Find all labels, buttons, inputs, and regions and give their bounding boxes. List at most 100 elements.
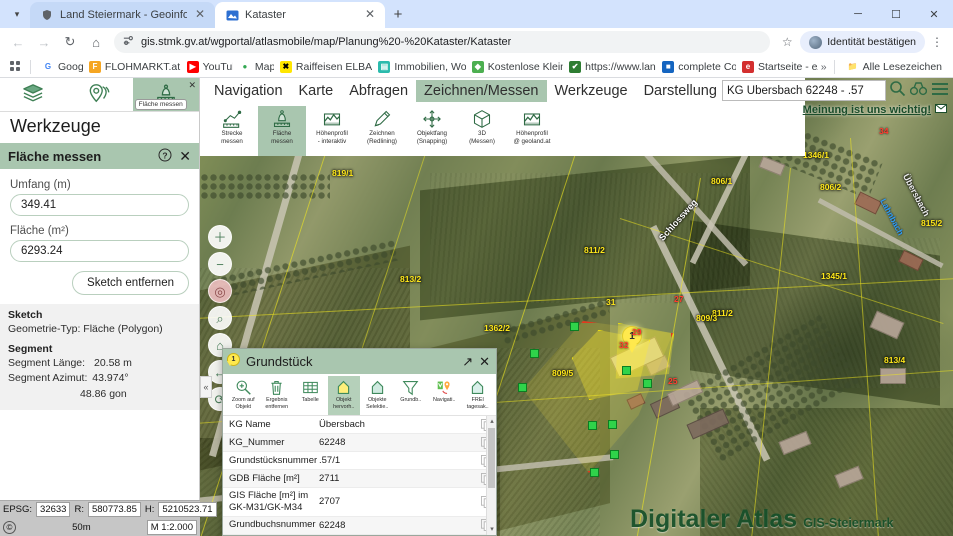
bookmark-favicon-icon: ▶ — [186, 60, 199, 73]
divider — [833, 59, 835, 74]
gis-menu-abfragen[interactable]: Abfragen — [341, 80, 416, 102]
browser-menu-icon[interactable]: ⋮ — [927, 35, 947, 49]
scrollbar-thumb[interactable] — [488, 428, 495, 488]
gis-menu-zeichnen-messen[interactable]: Zeichnen/Messen — [416, 80, 547, 102]
home-icon[interactable]: ⌂ — [84, 30, 108, 54]
gis-menu-navigation[interactable]: Navigation — [206, 80, 291, 102]
browser-tab-0[interactable]: Land Steiermark - Geoinformat ✕ — [30, 2, 215, 28]
popup-tool-grundb[interactable]: Grundb.. — [395, 376, 428, 415]
bookmark-item[interactable]: ▤Immobilien, Wohnu... — [373, 60, 466, 74]
bookmark-item[interactable]: ●Maps — [234, 60, 274, 74]
panel-collapse-handle[interactable]: « — [200, 376, 212, 398]
bookmark-favicon-icon: G — [42, 60, 54, 73]
close-icon[interactable]: ✕ — [193, 8, 207, 22]
bookmark-item[interactable]: ■complete Control — [657, 60, 736, 74]
popup-tool-objekt-hervorh[interactable]: Objekt hervorh.. — [327, 376, 360, 415]
zoom-search-button[interactable]: ⌕ — [208, 306, 232, 330]
sketch-vertex[interactable] — [530, 349, 539, 358]
envelope-icon[interactable] — [935, 104, 947, 116]
map-parcel-label: 25 — [668, 376, 678, 386]
bookmark-item[interactable]: FFLOHMARKT.at - ko... — [84, 60, 181, 74]
gis-tool-strecke-messen[interactable]: Strecke messen — [208, 106, 256, 156]
magnifier-icon[interactable] — [889, 80, 906, 101]
popup-tool-objekte-selektie[interactable]: Objekte Selektie.. — [361, 376, 394, 415]
binoculars-icon[interactable] — [909, 81, 928, 100]
scroll-down-arrow[interactable]: ▾ — [487, 524, 496, 535]
sketch-vertex[interactable] — [570, 322, 579, 331]
popup-tool-ergebnis-entfernen[interactable]: Ergebnis entfernen — [261, 376, 294, 415]
marker-tab[interactable] — [66, 78, 132, 111]
overflow-chevron-icon[interactable]: » — [821, 61, 827, 73]
segment-gon-value: 48.86 gon — [80, 387, 127, 400]
sketch-vertex[interactable] — [590, 468, 599, 477]
bookmark-item[interactable]: ✖Raiffeisen ELBA-inte... — [275, 60, 372, 74]
apps-grid-icon[interactable] — [6, 61, 24, 72]
gis-menu-darstellung[interactable]: Darstellung — [636, 80, 725, 102]
map-search-box[interactable] — [722, 80, 886, 101]
bookmark-item[interactable]: ✔https://www.landwir... — [564, 60, 656, 74]
new-tab-button[interactable]: + — [385, 2, 411, 28]
sketch-vertex[interactable] — [518, 383, 527, 392]
popup-tool-strip: Zoom auf Objekt Ergebnis entfernen Tabelle… — [223, 374, 496, 416]
help-icon[interactable]: ? — [158, 148, 172, 165]
locate-button[interactable]: ◎ — [208, 279, 232, 303]
reload-icon[interactable]: ↻ — [58, 30, 82, 54]
panel-sub-close-icon[interactable]: ✕ — [179, 148, 191, 165]
sketch-vertex[interactable] — [610, 450, 619, 459]
bookmark-item[interactable]: ▶YouTube — [182, 60, 233, 74]
sketch-vertex[interactable] — [588, 421, 597, 430]
gis-tool-3d-messen[interactable]: 3D (Messen) — [458, 106, 506, 156]
sketch-vertex[interactable] — [643, 379, 652, 388]
map-parcel-label: 813/4 — [884, 355, 906, 365]
gis-tool-zeichnen-redlining[interactable]: Zeichnen (Redlining) — [358, 106, 406, 156]
remove-sketch-button[interactable]: Sketch entfernen — [72, 271, 189, 295]
popup-close-icon[interactable]: ✕ — [479, 354, 490, 370]
feedback-banner[interactable]: Meinung ist uns wichtig! — [803, 104, 947, 116]
close-window-button[interactable]: ✕ — [915, 0, 953, 28]
popup-scrollbar[interactable]: ▴ ▾ — [486, 416, 496, 535]
hamburger-icon[interactable] — [931, 82, 949, 100]
watermark-sub: GIS-Steiermark — [803, 516, 894, 530]
map-watermark: Digitaler Atlas GIS-Steiermark — [630, 505, 894, 534]
back-icon[interactable]: ← — [6, 30, 30, 54]
popup-tool-tabelle[interactable]: Tabelle — [294, 376, 327, 415]
identity-button[interactable]: Identität bestätigen — [800, 31, 925, 53]
gis-menu-karte[interactable]: Karte — [291, 80, 342, 102]
map-search-input[interactable] — [727, 84, 881, 97]
popup-expand-icon[interactable]: ↗ — [462, 354, 473, 370]
bookmark-item[interactable]: ◆Kostenlose Kleinanz... — [467, 60, 563, 74]
scroll-up-arrow[interactable]: ▴ — [487, 416, 496, 427]
sketch-vertex[interactable] — [622, 366, 631, 375]
bookmark-item[interactable]: eStartseite - eAMA — [737, 60, 818, 74]
url-input[interactable]: gis.stmk.gv.at/wgportal/atlasmobile/map/… — [114, 31, 771, 53]
panel-close-icon[interactable]: ✕ — [188, 80, 196, 91]
gis-menu-werkzeuge[interactable]: Werkzeuge — [547, 80, 636, 102]
site-settings-icon[interactable] — [122, 34, 135, 50]
sketch-vertex[interactable] — [608, 420, 617, 429]
browser-tab-1[interactable]: Kataster ✕ — [215, 2, 385, 28]
forward-icon[interactable]: → — [32, 30, 56, 54]
pencil-icon — [372, 108, 392, 130]
zoom-out-button[interactable]: − — [208, 252, 232, 276]
gis-tool-objektfang-snapping[interactable]: Objektfang (Snapping) — [408, 106, 456, 156]
zoom-in-button[interactable]: ＋ — [208, 225, 232, 249]
perimeter-field[interactable]: 349.41 — [10, 194, 189, 216]
svg-text:?: ? — [163, 150, 168, 160]
all-bookmarks-button[interactable]: 📁 Alle Lesezeichen — [842, 60, 947, 74]
shield-icon — [40, 8, 54, 22]
area-field[interactable]: 6293.24 — [10, 240, 189, 262]
bookmark-star-icon[interactable]: ☆ — [776, 31, 798, 53]
gis-tool-fl-che-messen[interactable]: Fläche messen — [258, 106, 306, 156]
gis-tool-h-henprofil-geoland-at[interactable]: Höhenprofil @ geoland.at — [508, 106, 556, 156]
popup-tool-zoom-auf-objekt[interactable]: Zoom auf Objekt — [227, 376, 260, 415]
close-icon[interactable]: ✕ — [363, 8, 377, 22]
maximize-button[interactable]: ☐ — [877, 0, 915, 28]
layers-tab[interactable] — [0, 78, 66, 111]
popup-tool-navigati[interactable]: Navigati.. — [428, 376, 461, 415]
popup-tool-frei-tagesak[interactable]: FREI tagesak.. — [462, 376, 495, 415]
minimize-button[interactable]: ─ — [839, 0, 877, 28]
tab-search-icon[interactable]: ▾ — [4, 1, 30, 27]
bookmark-item[interactable]: G Google — [37, 60, 83, 74]
gis-tool-h-henprofil-interaktiv[interactable]: Höhenprofil - interaktiv — [308, 106, 356, 156]
segment-azimuth-row: Segment Azimut: 43.974° — [8, 371, 191, 386]
